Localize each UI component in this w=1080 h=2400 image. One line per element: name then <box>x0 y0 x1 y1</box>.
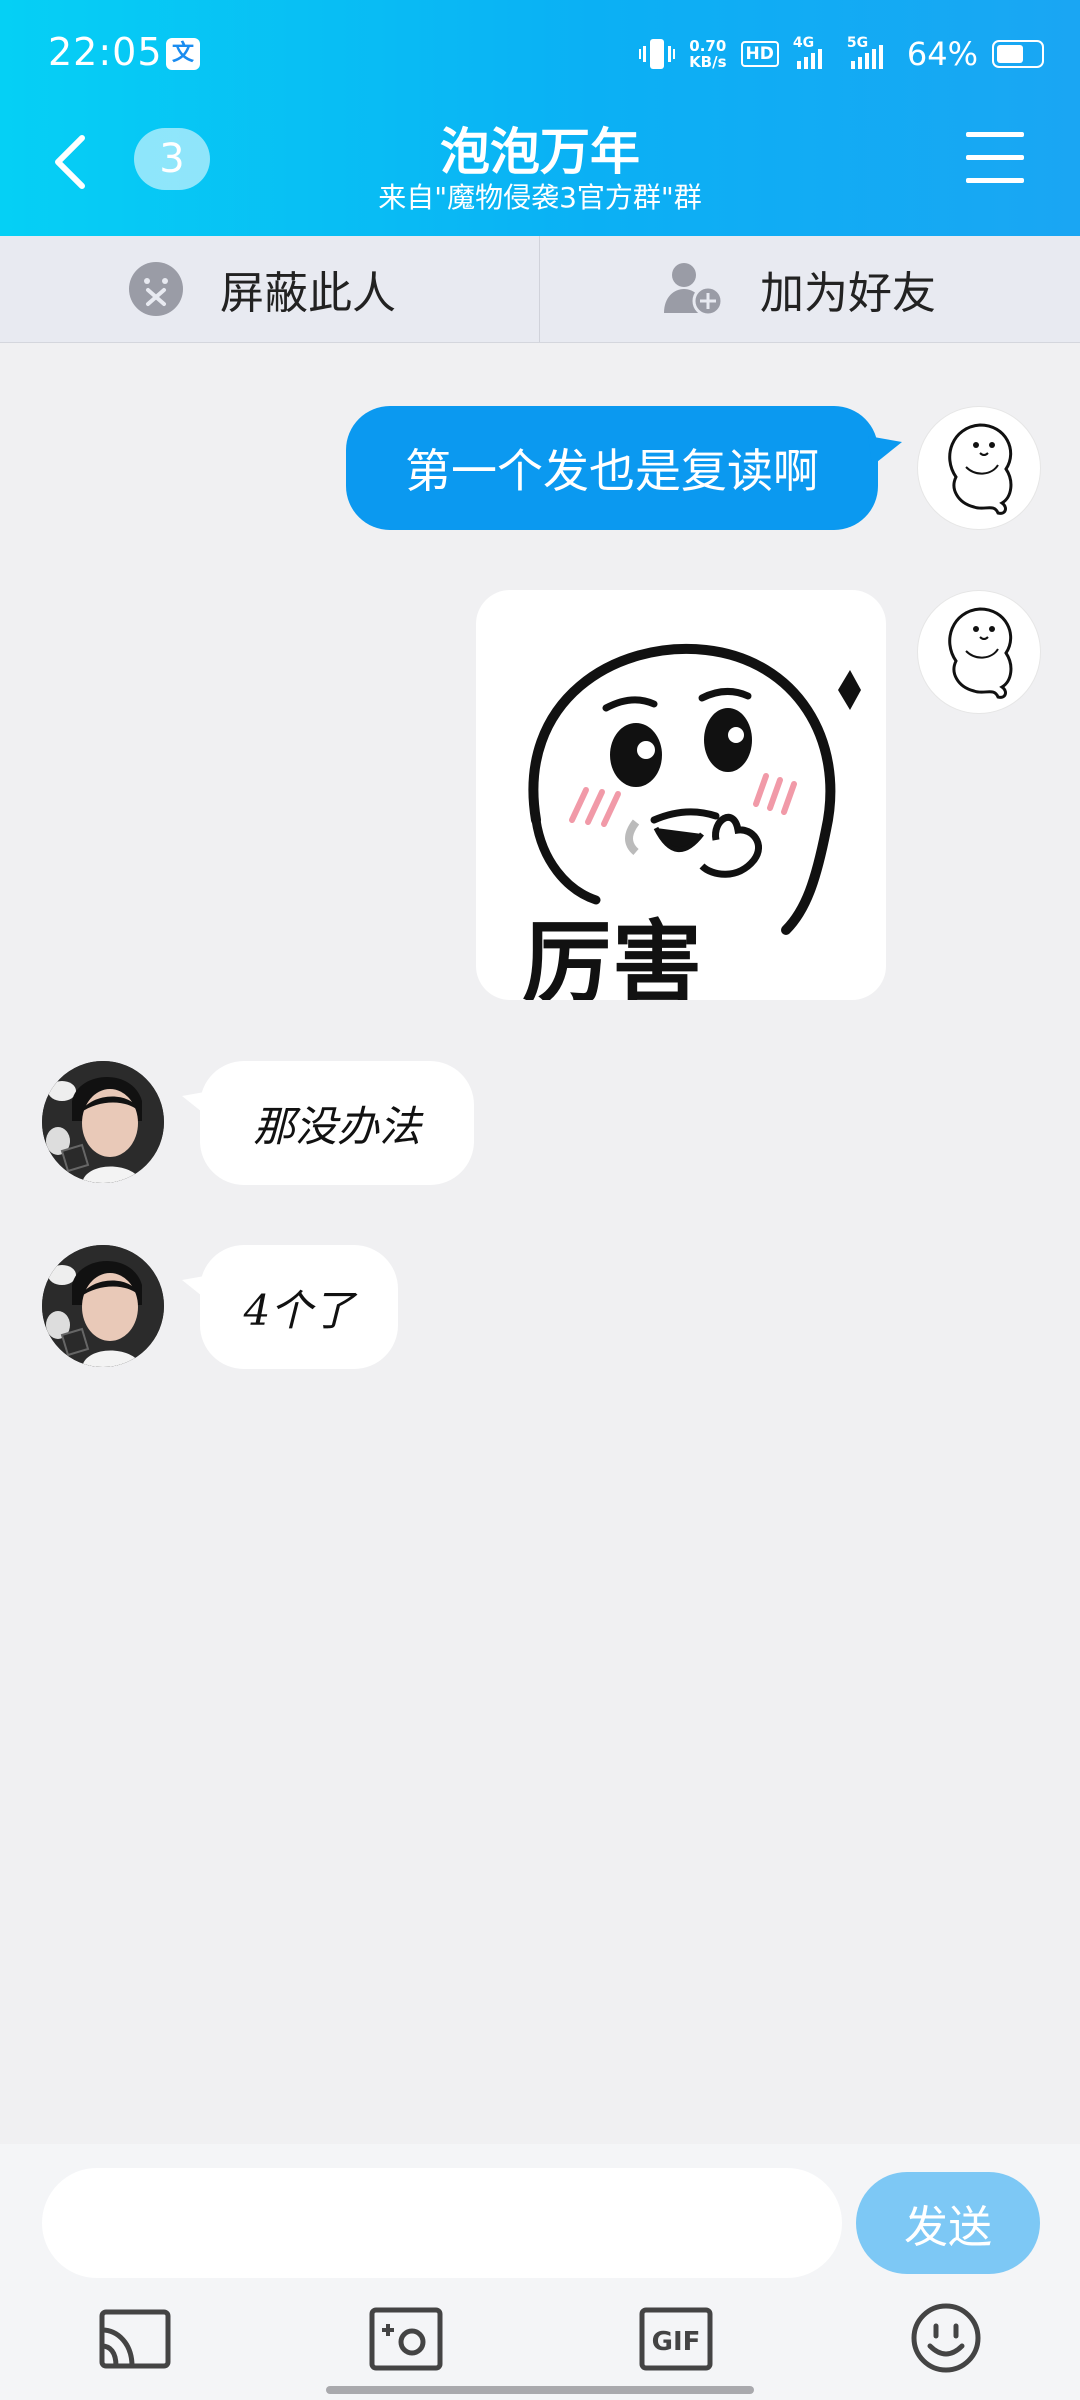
signal-5g-label: 5G <box>846 35 869 51</box>
home-indicator[interactable] <box>326 2386 754 2394</box>
sticker-message[interactable]: 厉害 <box>476 590 886 1000</box>
outgoing-text-bubble[interactable]: 第一个发也是复读啊 <box>346 406 878 530</box>
block-user-button[interactable]: 屏蔽此人 <box>128 236 396 342</box>
gif-label: GIF <box>652 2327 701 2357</box>
net-speed: 0.70 KB/s <box>689 38 726 70</box>
incoming-text-bubble[interactable]: 4个了 <box>200 1245 398 1369</box>
person-photo-avatar-icon <box>42 1061 164 1183</box>
message-text: 4个了 <box>243 1285 355 1335</box>
send-button[interactable]: 发送 <box>856 2172 1040 2274</box>
chat-subtitle: 来自"魔物侵袭3官方群"群 <box>378 181 702 214</box>
net-speed-value: 0.70 <box>689 37 727 55</box>
action-divider <box>539 236 540 342</box>
chat-title: 泡泡万年 <box>440 123 640 181</box>
ghost-avatar-icon <box>948 607 1013 699</box>
photo-camera-icon[interactable] <box>366 2300 446 2376</box>
emoji-icon[interactable] <box>906 2300 986 2376</box>
ghost-avatar-icon <box>948 423 1013 515</box>
stranger-action-bar: 屏蔽此人 加为好友 <box>0 236 1080 343</box>
signal-5g-icon: 5G <box>847 35 893 69</box>
translate-app-icon: 文 <box>166 38 200 70</box>
bubble-tail-icon <box>868 436 902 466</box>
message-text: 那没办法 <box>252 1101 421 1151</box>
status-indicators: 0.70 KB/s HD 4G 5G 64% <box>639 32 1044 76</box>
person-photo-avatar-icon <box>42 1245 164 1367</box>
hd-voice-icon: HD <box>740 41 779 67</box>
add-friend-label: 加为好友 <box>760 268 936 319</box>
battery-icon <box>992 40 1044 68</box>
self-avatar[interactable] <box>917 590 1041 714</box>
status-time: 22:05 <box>48 30 163 74</box>
message-text: 第一个发也是复读啊 <box>405 444 819 498</box>
menu-icon[interactable] <box>966 132 1024 184</box>
block-user-icon <box>129 262 183 316</box>
block-user-label: 屏蔽此人 <box>220 268 396 319</box>
sender-avatar[interactable] <box>42 1061 164 1183</box>
sender-avatar[interactable] <box>42 1245 164 1367</box>
signal-4g-icon: 4G <box>793 35 833 69</box>
signal-4g-label: 4G <box>792 35 815 51</box>
vibrate-icon <box>639 39 676 69</box>
input-area: 发送 GIF <box>0 2144 1080 2400</box>
net-speed-unit: KB/s <box>689 53 727 71</box>
incoming-text-bubble[interactable]: 那没办法 <box>200 1061 474 1185</box>
add-friend-button[interactable]: 加为好友 <box>662 236 936 342</box>
self-avatar[interactable] <box>917 406 1041 530</box>
chat-header: 22:05 文 0.70 KB/s HD 4G 5G 64% 3 泡泡万年 来自… <box>0 0 1080 236</box>
sticker-caption: 厉害 <box>522 911 702 1000</box>
message-input[interactable] <box>42 2168 842 2278</box>
add-friend-icon <box>664 263 724 317</box>
status-bar: 22:05 文 0.70 KB/s HD 4G 5G 64% <box>0 0 1080 108</box>
gif-icon[interactable]: GIF <box>636 2300 716 2376</box>
battery-percent: 64% <box>906 35 978 73</box>
screen-cast-icon[interactable] <box>96 2300 176 2376</box>
